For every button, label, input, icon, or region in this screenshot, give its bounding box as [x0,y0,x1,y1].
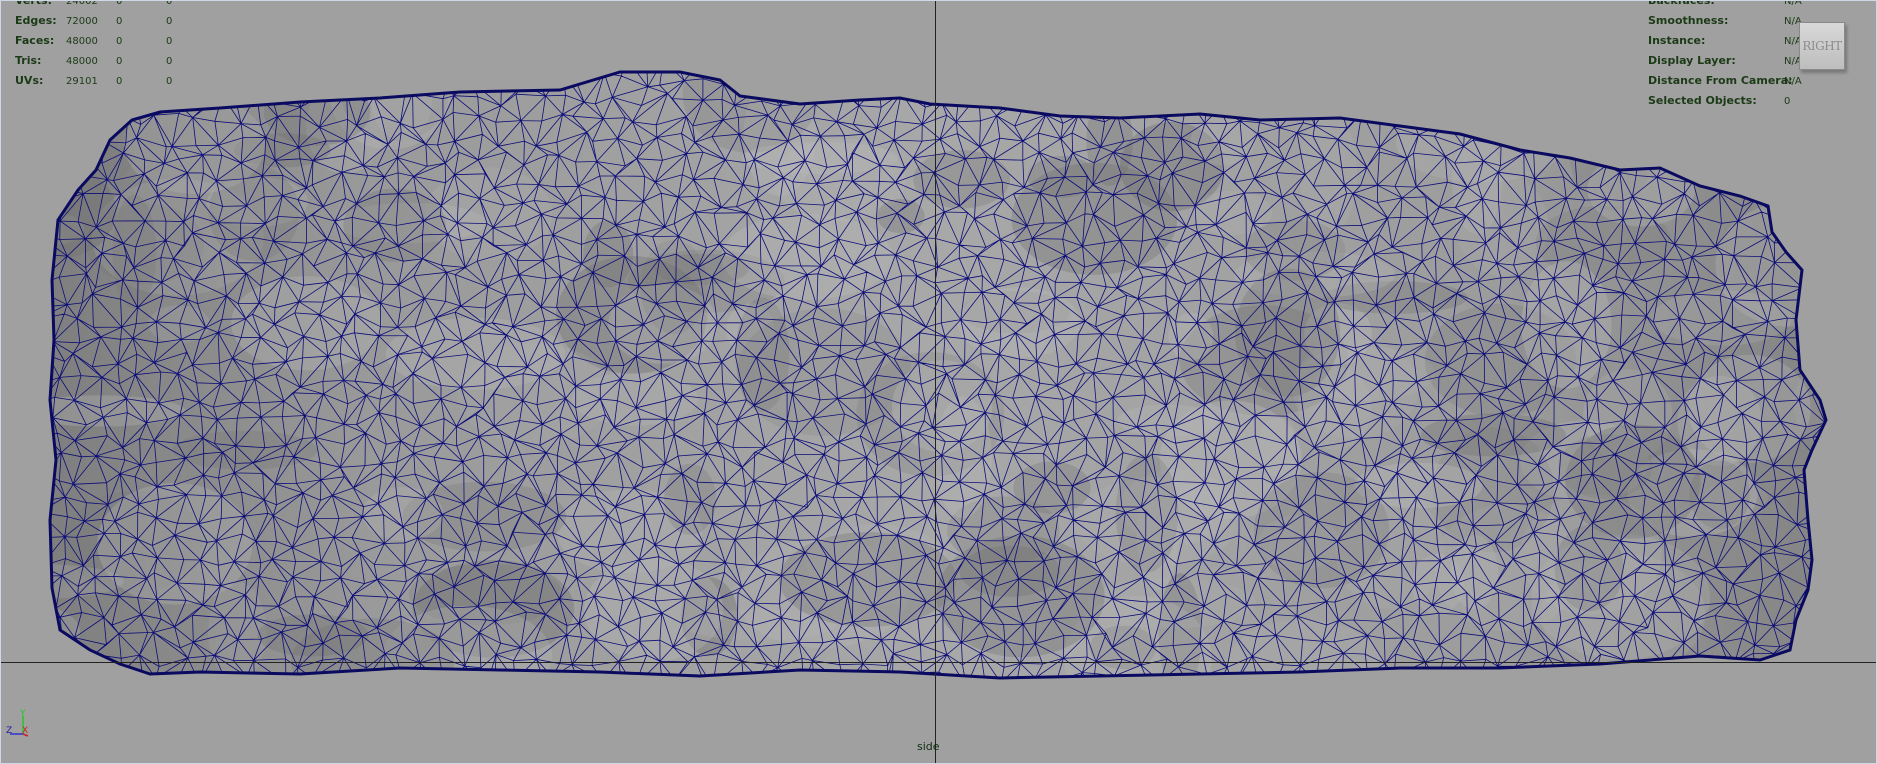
rock-mesh[interactable] [0,0,1877,764]
camera-name-label: side [917,740,940,753]
rock-relief-shade [779,532,957,627]
info-row-distance: Distance From Camera:N/A [1648,71,1824,91]
stat-value: 0 [166,16,173,27]
world-axis-vertical [935,0,936,764]
poly-count-hud: Verts: 24002 0 0 Edges: 72000 0 0 Faces: 48000 0… [15,0,196,91]
info-row-display-layer: Display Layer: N/A [1648,51,1824,71]
stat-row-uvs: UVs: 29101 0 0 [15,71,196,91]
stat-value: 0 [166,36,173,47]
rock-relief-shade [845,72,903,101]
rock-relief-shade [1565,424,1701,539]
stat-label: Edges: [15,14,57,27]
axis-z-label: Z [6,726,12,736]
stat-label: UVs: [15,74,44,87]
stat-value: 48000 [66,36,98,47]
rock-relief-shade [913,150,1010,209]
stat-label: Faces: [15,34,55,47]
info-label: Smoothness: [1648,14,1729,27]
axis-gizmo-icon: Y Z X [6,709,29,737]
stat-value: 0 [166,56,173,67]
stat-value: 0 [116,36,123,47]
stat-value: 0 [116,56,123,67]
rock-relief-shade [50,395,186,427]
rock-relief-shade [1554,525,1624,612]
viewport-panel[interactable]: Verts: 24002 0 0 Edges: 72000 0 0 Faces: 48000 0… [0,0,1877,764]
stat-value: 0 [116,76,123,87]
stat-value: 48000 [66,56,98,67]
rock-relief-shade [1689,460,1750,530]
rock-relief-shade [741,142,899,174]
stat-row-faces: Faces: 48000 0 0 [15,31,196,51]
viewcube-right-face[interactable]: RIGHT [1799,22,1845,70]
rock-relief-shade [1244,219,1346,281]
info-value: N/A [1784,76,1802,87]
world-axis-horizontal [0,662,1877,663]
rock-relief-shade [362,487,444,541]
rock-relief-shade [425,167,553,261]
stat-label: Tris: [15,54,42,67]
info-label: Display Layer: [1648,54,1736,67]
axis-y-label: Y [19,709,26,719]
info-row-selected: Selected Objects: 0 [1648,91,1824,111]
rock-relief-shade [172,430,318,470]
info-row-smoothness: Smoothness: N/A [1648,11,1824,31]
axis-x-label: X [22,726,28,736]
info-label: Backfaces: [1648,0,1715,7]
stat-row-edges: Edges: 72000 0 0 [15,11,196,31]
info-label: Selected Objects: [1648,94,1757,107]
info-row-instance: Instance: N/A [1648,31,1824,51]
info-label: Distance From Camera: [1648,74,1793,87]
stat-value: 0 [166,76,173,87]
rock-relief-shade [1521,261,1612,389]
stat-label: Verts: [15,0,53,7]
info-label: Instance: [1648,34,1706,47]
info-row-backfaces: Backfaces: N/A [1648,0,1824,11]
stat-value: 29101 [66,76,98,87]
stat-value: 0 [116,16,123,27]
stat-row-verts: Verts: 24002 0 0 [15,0,196,11]
rock-relief-shade [1299,110,1358,236]
rock-relief-shade [1253,472,1390,589]
info-value: 0 [1784,96,1791,107]
rock-relief-shade [654,253,749,285]
stat-row-tris: Tris: 48000 0 0 [15,51,196,71]
object-info-hud: Backfaces: N/A Smoothness: N/A Instance: N/… [1648,0,1824,111]
stat-value: 72000 [66,16,98,27]
rock-relief-shade [50,607,81,658]
rock-relief-shade [1714,106,1780,141]
